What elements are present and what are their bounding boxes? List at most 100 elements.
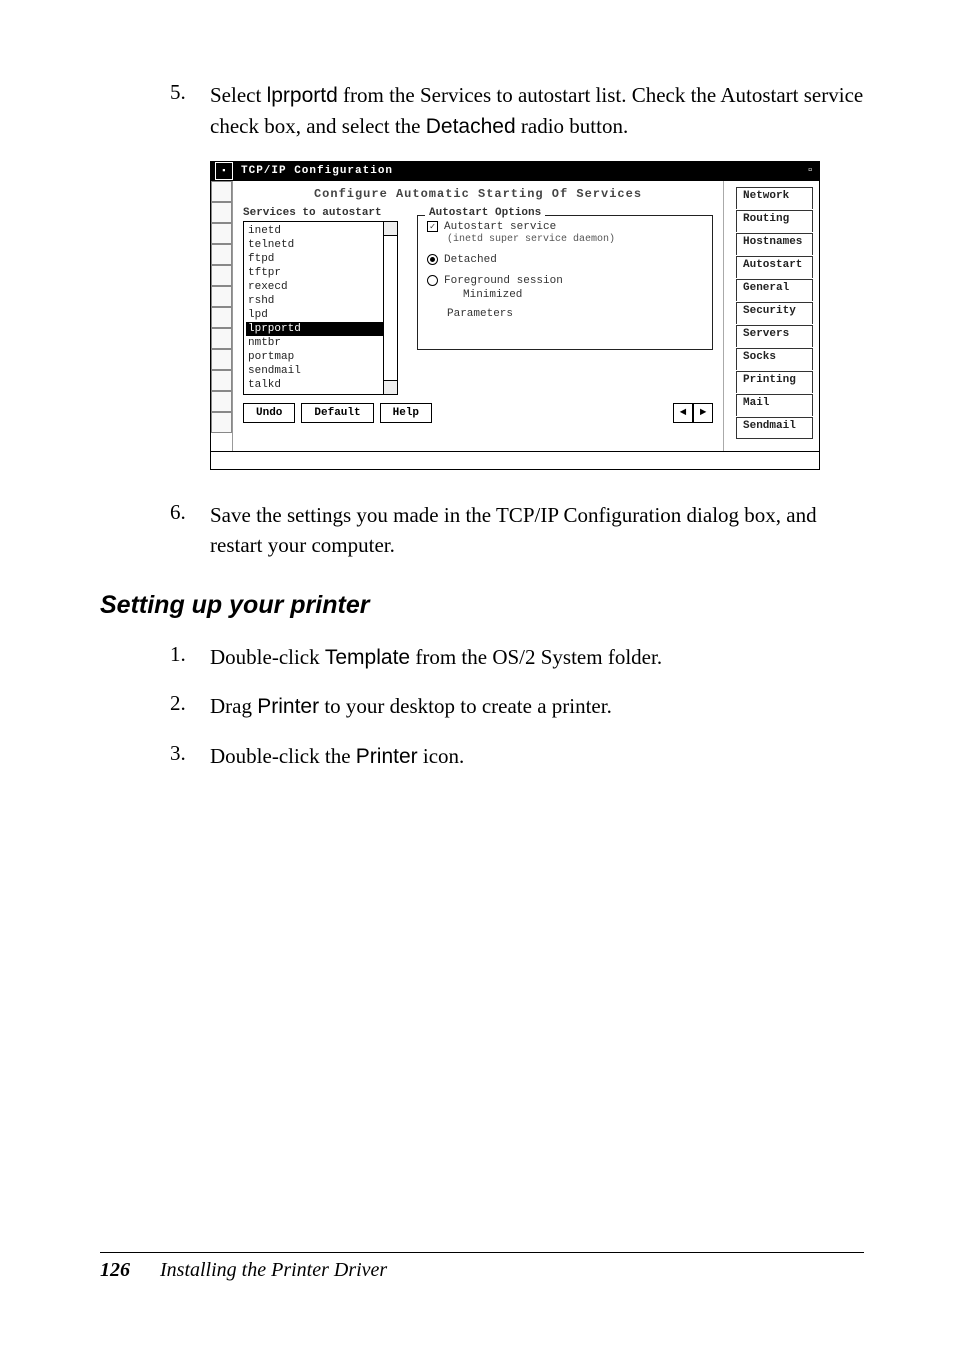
list-item[interactable]: tftpr (246, 266, 395, 280)
services-column: Services to autostart inetd telnetd ftpd… (243, 207, 403, 395)
default-button[interactable]: Default (301, 403, 373, 423)
main-panel: Configure Automatic Starting Of Services… (233, 181, 723, 451)
left-tab[interactable] (211, 370, 232, 391)
detached-radio-row[interactable]: Detached (427, 254, 703, 266)
minimized-label: Minimized (463, 289, 703, 301)
list-item[interactable]: sendmail (246, 364, 395, 378)
left-tab[interactable] (211, 349, 232, 370)
titlebar: ▪ TCP/IP Configuration ▫ (211, 162, 819, 181)
tab-network[interactable]: Network (736, 187, 813, 209)
tab-routing[interactable]: Routing (736, 210, 813, 232)
left-tab[interactable] (211, 223, 232, 244)
list-item[interactable]: rshd (246, 294, 395, 308)
tab-hostnames[interactable]: Hostnames (736, 233, 813, 255)
tab-autostart[interactable]: Autostart (736, 256, 813, 278)
step-5-text: Select lprportd from the Services to aut… (210, 80, 864, 143)
page-number: 126 (100, 1259, 130, 1282)
tab-mail[interactable]: Mail (736, 394, 813, 416)
list-item[interactable]: inetd (246, 224, 395, 238)
left-tab[interactable] (211, 286, 232, 307)
undo-button[interactable]: Undo (243, 403, 295, 423)
tab-servers[interactable]: Servers (736, 325, 813, 347)
scroll-up-icon[interactable] (384, 222, 397, 236)
scroll-track[interactable] (384, 236, 397, 380)
list-item[interactable]: telnetd (246, 238, 395, 252)
list-item[interactable]: portmap (246, 350, 395, 364)
list-item[interactable]: talkd (246, 378, 395, 392)
list-scrollbar[interactable] (383, 222, 397, 394)
button-row: Undo Default Help ◄ ► (243, 403, 713, 423)
left-tab[interactable] (211, 265, 232, 286)
tab-printing[interactable]: Printing (736, 371, 813, 393)
list-item[interactable]: rexecd (246, 280, 395, 294)
step-p1-num: 1. (170, 642, 210, 673)
step-p3-text: Double-click the Printer icon. (210, 741, 464, 772)
parameters-label: Parameters (447, 308, 703, 320)
list-item[interactable]: nmtbr (246, 336, 395, 350)
list-label: Services to autostart (243, 207, 403, 219)
step-6-num: 6. (170, 500, 210, 561)
page-right-icon[interactable]: ► (693, 403, 713, 423)
left-tab[interactable] (211, 412, 232, 433)
options-column: Autostart Options ✓ Autostart service (i… (417, 207, 713, 395)
minimize-icon[interactable]: ▫ (801, 162, 819, 180)
detached-label: Detached (444, 254, 497, 266)
left-tab[interactable] (211, 328, 232, 349)
radio-icon[interactable] (427, 275, 438, 286)
step-p2: 2. Drag Printer to your desktop to creat… (170, 691, 864, 722)
p2-pre: Drag (210, 694, 257, 718)
page-arrows: ◄ ► (673, 403, 713, 423)
tab-general[interactable]: General (736, 279, 813, 301)
left-tab[interactable] (211, 202, 232, 223)
kw-printer-icon: Printer (356, 745, 418, 768)
step-p3-num: 3. (170, 741, 210, 772)
dialog-window: ▪ TCP/IP Configuration ▫ (210, 161, 820, 470)
left-tab-strip (211, 181, 233, 451)
tab-sendmail[interactable]: Sendmail (736, 417, 813, 439)
foreground-label: Foreground session (444, 275, 563, 287)
services-listbox[interactable]: inetd telnetd ftpd tftpr rexecd rshd lpd… (243, 221, 398, 395)
p3-pre: Double-click the (210, 744, 356, 768)
step-p1-text: Double-click Template from the OS/2 Syst… (210, 642, 662, 673)
page-left-icon[interactable]: ◄ (673, 403, 693, 423)
step-p3: 3. Double-click the Printer icon. (170, 741, 864, 772)
step-5: 5. Select lprportd from the Services to … (170, 80, 864, 143)
foreground-radio-row[interactable]: Foreground session (427, 275, 703, 287)
radio-icon[interactable] (427, 254, 438, 265)
step5-pre: Select (210, 83, 267, 107)
p1-post: from the OS/2 System folder. (410, 645, 662, 669)
kw-printer-drag: Printer (257, 695, 319, 718)
autostart-hint: (inetd super service daemon) (447, 234, 703, 245)
screenshot-wrap: ▪ TCP/IP Configuration ▫ (210, 161, 820, 470)
left-tab[interactable] (211, 244, 232, 265)
tab-socks[interactable]: Socks (736, 348, 813, 370)
autostart-group: Autostart Options ✓ Autostart service (i… (417, 209, 713, 350)
window-bottom-scroll[interactable] (211, 451, 819, 469)
step-6-text: Save the settings you made in the TCP/IP… (210, 500, 864, 561)
system-menu-icon[interactable]: ▪ (215, 162, 233, 180)
page-footer: 126 Installing the Printer Driver (100, 1252, 864, 1282)
list-items: inetd telnetd ftpd tftpr rexecd rshd lpd… (244, 222, 397, 394)
tab-security[interactable]: Security (736, 302, 813, 324)
scroll-down-icon[interactable] (384, 380, 397, 394)
list-item[interactable]: lpd (246, 308, 395, 322)
help-button[interactable]: Help (380, 403, 432, 423)
step-5-num: 5. (170, 80, 210, 143)
list-item-selected[interactable]: lprportd (246, 322, 395, 336)
group-label: Autostart Options (425, 207, 545, 219)
list-item[interactable]: ftpd (246, 252, 395, 266)
checkbox-icon[interactable]: ✓ (427, 221, 438, 232)
p1-pre: Double-click (210, 645, 325, 669)
left-tab[interactable] (211, 307, 232, 328)
autostart-checkbox-row[interactable]: ✓ Autostart service (427, 221, 703, 233)
left-tab[interactable] (211, 391, 232, 412)
step-6: 6. Save the settings you made in the TCP… (170, 500, 864, 561)
p2-post: to your desktop to create a printer. (319, 694, 612, 718)
left-tab[interactable] (211, 181, 232, 202)
window-title: TCP/IP Configuration (237, 165, 801, 177)
kw-lprportd: lprportd (267, 84, 338, 107)
kw-template: Template (325, 646, 410, 669)
step-p1: 1. Double-click Template from the OS/2 S… (170, 642, 864, 673)
step-p2-num: 2. (170, 691, 210, 722)
footer-title: Installing the Printer Driver (160, 1259, 387, 1282)
